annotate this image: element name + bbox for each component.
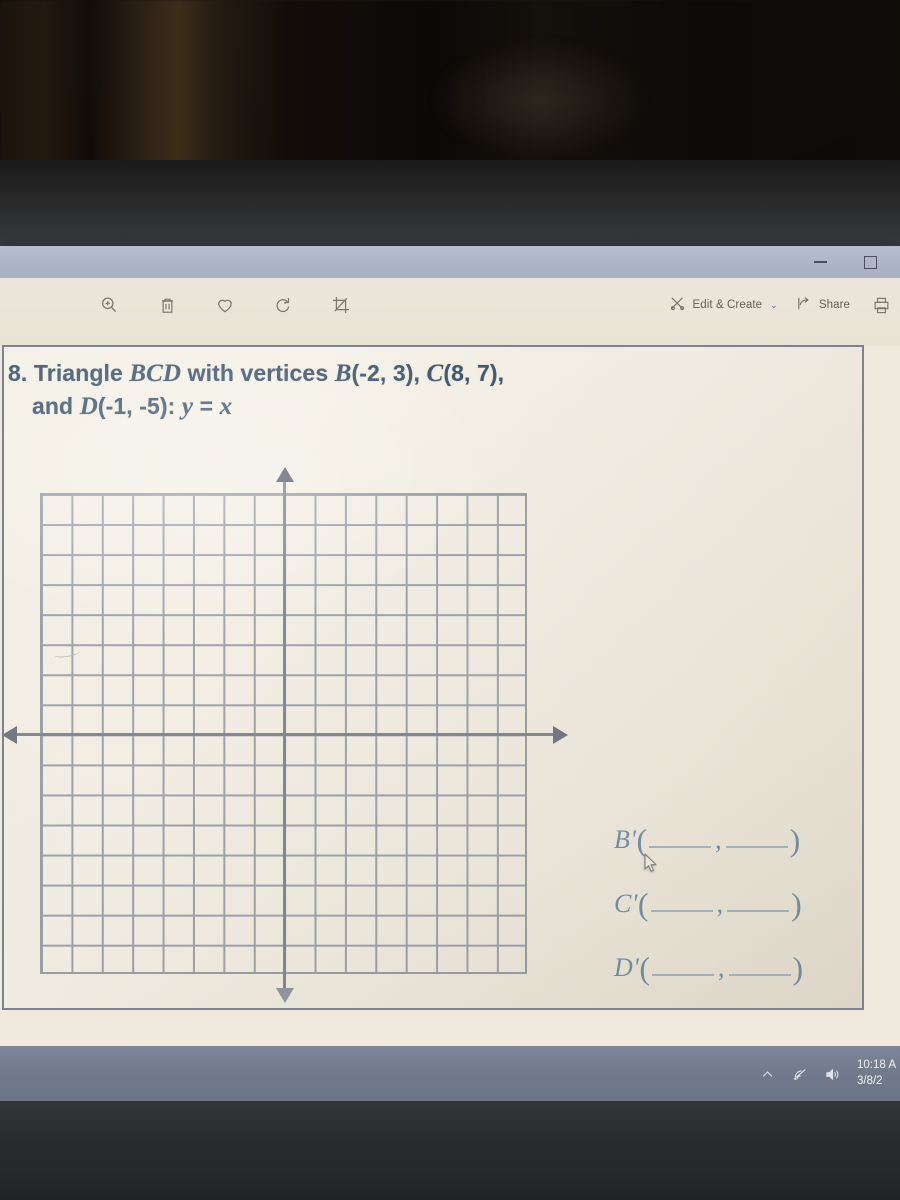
problem-text-a: Triangle <box>33 360 130 386</box>
worksheet-image[interactable]: 8. Triangle BCD with vertices B(-2, 3), … <box>2 345 864 1010</box>
rule-y: y <box>181 393 194 420</box>
toolbar-left-group <box>96 292 354 318</box>
rule-equals: = <box>193 393 220 419</box>
screen-dark-top <box>0 160 900 246</box>
wifi-icon[interactable] <box>791 1066 808 1083</box>
vertex-b-coords: (-2, 3), <box>351 360 427 386</box>
clock-date: 3/8/2 <box>856 1075 883 1087</box>
triangle-name: BCD <box>129 360 182 387</box>
edit-and-create-label: Edit & Create <box>692 298 763 312</box>
maximize-button[interactable] <box>848 246 892 278</box>
edit-and-create-button[interactable]: Edit & Create ⌄ <box>669 295 778 315</box>
clock-time: 10:18 A <box>856 1059 896 1072</box>
background-glare <box>430 40 650 160</box>
maximize-icon <box>863 255 877 269</box>
chevron-up-icon[interactable] <box>760 1067 775 1082</box>
answer-blank-c-y[interactable] <box>727 894 790 912</box>
mouse-cursor-icon <box>644 853 660 875</box>
windows-taskbar: 10:18 A 3/8/2 <box>0 1046 900 1102</box>
x-axis-left-arrow-icon <box>4 726 17 744</box>
answer-label-c: C' <box>614 889 638 918</box>
answer-row-b[interactable]: B' ( , ) <box>614 824 862 856</box>
zoom-icon[interactable] <box>96 292 122 318</box>
coordinate-plane <box>4 467 568 1003</box>
minimize-button[interactable] <box>798 246 842 278</box>
edit-create-icon <box>669 295 686 315</box>
share-icon <box>796 295 813 315</box>
answer-label-d: D' <box>614 953 640 982</box>
system-tray: 10:18 A 3/8/2 <box>760 1046 900 1102</box>
share-label: Share <box>818 298 850 312</box>
photos-app-window: Edit & Create ⌄ Share 8. Triangle BCD wi… <box>0 246 900 1046</box>
title-bar <box>0 246 900 278</box>
answer-row-d[interactable]: D' ( , ) <box>614 952 862 984</box>
vertex-c-coords: (8, 7), <box>443 360 505 386</box>
answer-row-c[interactable]: C' ( , ) <box>614 888 862 920</box>
vertex-d-name: D <box>79 393 98 420</box>
toolbar-right-group: Edit & Create ⌄ Share <box>669 292 894 318</box>
speaker-icon[interactable] <box>824 1066 841 1083</box>
problem-text-b: with vertices <box>181 360 335 386</box>
x-axis <box>6 733 562 736</box>
rule-x: x <box>219 393 233 420</box>
y-axis-down-arrow-icon <box>276 988 294 1003</box>
share-button[interactable]: Share <box>796 295 850 315</box>
x-axis-right-arrow-icon <box>553 726 568 744</box>
answer-blank-b-x[interactable] <box>649 830 712 848</box>
photo-of-screen: Edit & Create ⌄ Share 8. Triangle BCD wi… <box>0 0 900 1200</box>
crop-icon[interactable] <box>328 292 354 318</box>
problem-statement: 8. Triangle BCD with vertices B(-2, 3), … <box>8 357 848 423</box>
answer-blank-d-x[interactable] <box>652 958 714 976</box>
clock[interactable]: 10:18 A 3/8/2 <box>857 1058 898 1089</box>
favorite-icon[interactable] <box>212 292 238 318</box>
comma-c: , <box>716 889 724 918</box>
app-toolbar: Edit & Create ⌄ Share <box>0 278 900 346</box>
rotate-icon[interactable] <box>270 292 296 318</box>
minimize-icon <box>813 261 827 263</box>
answer-blank-d-y[interactable] <box>728 958 791 976</box>
problem-number: 8. <box>8 360 28 386</box>
answer-blank-b-y[interactable] <box>725 830 788 848</box>
answer-blank-c-x[interactable] <box>650 894 713 912</box>
vertex-c-name: C <box>426 360 444 387</box>
y-axis-up-arrow-icon <box>276 467 294 482</box>
comma-b: , <box>715 825 722 854</box>
print-icon[interactable] <box>868 292 894 318</box>
vertex-b-name: B <box>334 360 352 387</box>
comma-d: , <box>718 953 725 982</box>
screen-dark-bottom <box>0 1101 900 1200</box>
chevron-down-icon[interactable]: ⌄ <box>770 300 778 311</box>
answer-label-b: B' <box>614 825 637 854</box>
vertex-d-coords: (-1, -5): <box>97 393 182 419</box>
problem-text-c: and <box>32 393 80 419</box>
delete-icon[interactable] <box>154 292 180 318</box>
